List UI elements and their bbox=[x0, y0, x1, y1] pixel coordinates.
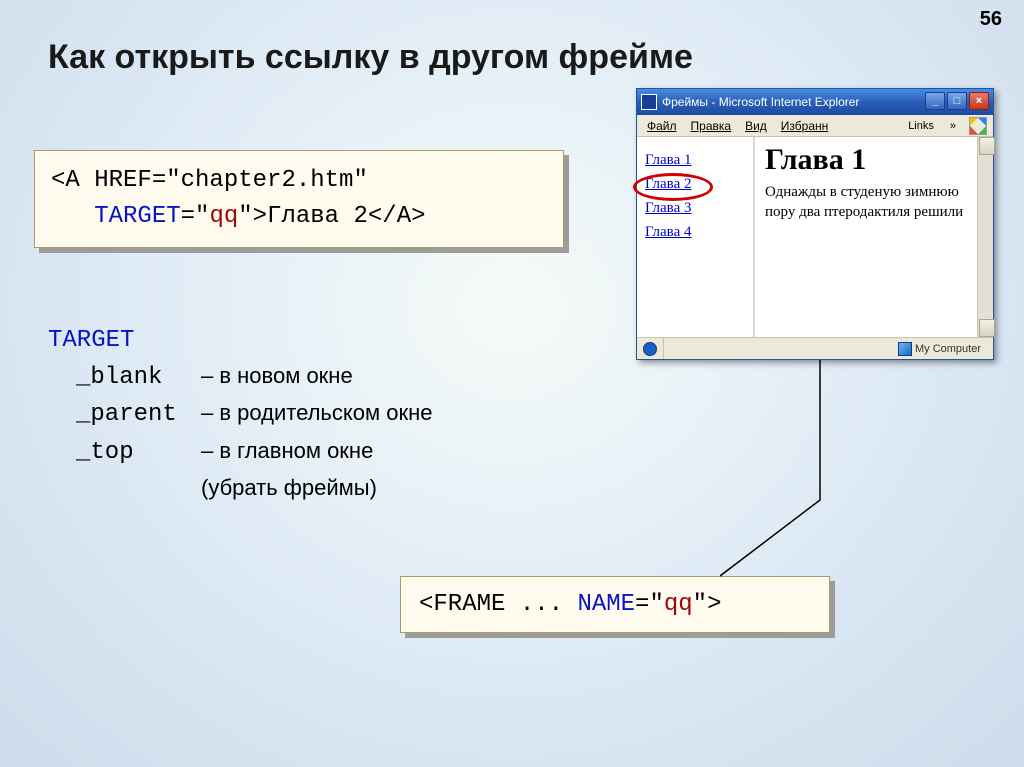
left-frame: Глава 1 Глава 2 Глава 3 Глава 4 bbox=[637, 137, 755, 337]
target-desc-parent: – в родительском окне bbox=[201, 396, 432, 433]
browser-titlebar[interactable]: Фреймы - Microsoft Internet Explorer _ □… bbox=[637, 89, 993, 115]
menu-view[interactable]: Вид bbox=[739, 117, 773, 135]
code-example-anchor: <A HREF="chapter2.htm" TARGET="qq">Глава… bbox=[34, 150, 564, 248]
browser-content: Глава 1 Глава 2 Глава 3 Глава 4 Глава 1 … bbox=[637, 137, 993, 337]
target-extra: (убрать фреймы) bbox=[201, 471, 377, 505]
menu-edit[interactable]: Правка bbox=[685, 117, 738, 135]
windows-flag-icon bbox=[969, 117, 987, 135]
link-chapter3[interactable]: Глава 3 bbox=[645, 200, 745, 217]
code-eq: =" bbox=[181, 203, 210, 230]
frame-name-keyword: NAME bbox=[577, 591, 635, 618]
frame-pre: <FRAME ... bbox=[419, 591, 577, 618]
link-chapter2[interactable]: Глава 2 bbox=[645, 176, 745, 193]
link-chapter1[interactable]: Глава 1 bbox=[645, 152, 745, 169]
target-desc-blank: – в новом окне bbox=[201, 359, 353, 396]
target-extra-indent bbox=[76, 471, 201, 505]
chevron-right-icon: » bbox=[944, 118, 962, 134]
target-desc-top: – в главном окне bbox=[201, 434, 373, 471]
content-heading: Глава 1 bbox=[765, 143, 967, 177]
browser-title: Фреймы - Microsoft Internet Explorer bbox=[662, 95, 859, 109]
my-computer-icon bbox=[898, 342, 912, 356]
links-toolbar[interactable]: Links » bbox=[902, 117, 987, 135]
vertical-scrollbar[interactable] bbox=[977, 137, 993, 337]
links-label: Links bbox=[902, 118, 940, 134]
status-left bbox=[637, 338, 664, 359]
frame-post: "> bbox=[693, 591, 722, 618]
menu-file[interactable]: Файл bbox=[641, 117, 683, 135]
close-button[interactable]: × bbox=[969, 92, 989, 110]
ie-favicon-icon bbox=[641, 94, 657, 110]
target-explanation: TARGET _blank– в новом окне _parent– в р… bbox=[48, 322, 432, 505]
menu-favorites[interactable]: Избранн bbox=[775, 117, 834, 135]
maximize-button[interactable]: □ bbox=[947, 92, 967, 110]
minimize-button[interactable]: _ bbox=[925, 92, 945, 110]
content-text: Однажды в студеную зимнюю пору два птеро… bbox=[765, 183, 967, 222]
link-chapter4[interactable]: Глава 4 bbox=[645, 224, 745, 241]
status-zone-label: My Computer bbox=[915, 343, 981, 355]
browser-window: Фреймы - Microsoft Internet Explorer _ □… bbox=[636, 88, 994, 360]
page-number: 56 bbox=[980, 8, 1002, 31]
code-target-keyword: TARGET bbox=[94, 203, 180, 230]
browser-menubar: Файл Правка Вид Избранн Links » bbox=[637, 115, 993, 137]
target-kw-blank: _blank bbox=[76, 359, 201, 396]
code-line2-post: ">Глава 2</A> bbox=[238, 203, 425, 230]
code-example-frame: <FRAME ... NAME="qq"> bbox=[400, 576, 830, 633]
frame-name-value: qq bbox=[664, 591, 693, 618]
target-kw-parent: _parent bbox=[76, 396, 201, 433]
target-header: TARGET bbox=[48, 322, 432, 359]
slide-title: Как открыть ссылку в другом фрейме bbox=[48, 38, 693, 77]
frame-eq: =" bbox=[635, 591, 664, 618]
ie-status-icon bbox=[643, 342, 657, 356]
code-line2-indent bbox=[51, 203, 94, 230]
target-kw-top: _top bbox=[76, 434, 201, 471]
right-frame: Глава 1 Однажды в студеную зимнюю пору д… bbox=[755, 137, 977, 337]
status-right: My Computer bbox=[892, 338, 987, 359]
browser-statusbar: My Computer bbox=[637, 337, 993, 359]
code-target-value: qq bbox=[209, 203, 238, 230]
code-line1: <A HREF="chapter2.htm" bbox=[51, 167, 368, 194]
